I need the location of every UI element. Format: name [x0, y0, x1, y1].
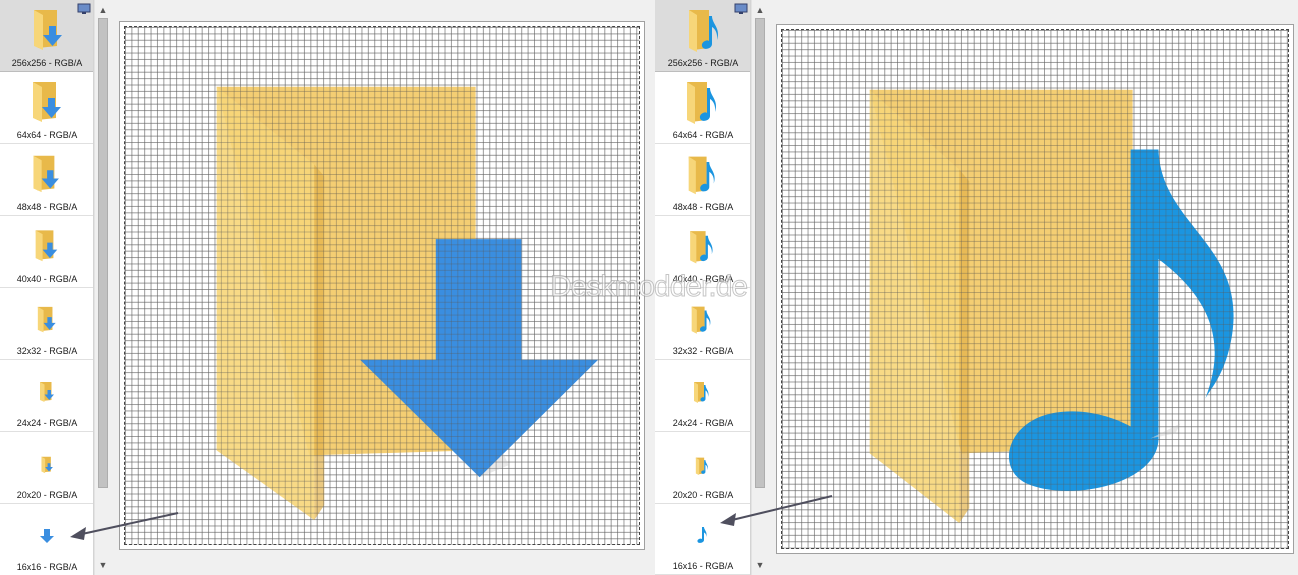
- music-folder-icon: [869, 89, 1234, 524]
- scroll-down-icon[interactable]: ▼: [95, 557, 111, 573]
- size-label: 48x48 - RGB/A: [16, 202, 78, 212]
- size-item-48[interactable]: 48x48 - RGB/A: [0, 144, 93, 216]
- size-item-48[interactable]: 48x48 - RGB/A: [655, 144, 750, 216]
- size-label: 64x64 - RGB/A: [16, 130, 78, 140]
- size-label: 64x64 - RGB/A: [672, 130, 734, 140]
- size-item-256[interactable]: 256x256 - RGB/A: [0, 0, 93, 72]
- size-item-20[interactable]: 20x20 - RGB/A: [0, 432, 93, 504]
- music-folder-icon: [655, 436, 750, 486]
- size-label: 32x32 - RGB/A: [672, 346, 734, 356]
- size-label: 256x256 - RGB/A: [11, 58, 83, 68]
- size-list-scrollbar[interactable]: ▲ ▼: [751, 0, 768, 575]
- canvas-area: [769, 0, 1298, 575]
- size-item-40[interactable]: 40x40 - RGB/A: [0, 216, 93, 288]
- download-folder-icon: [0, 364, 93, 414]
- download-folder-icon: [0, 436, 93, 486]
- scroll-thumb[interactable]: [98, 18, 108, 488]
- download-folder-icon: [0, 76, 93, 126]
- scroll-up-icon[interactable]: ▲: [752, 2, 768, 18]
- download-folder-icon: [0, 292, 93, 342]
- size-label: 24x24 - RGB/A: [672, 418, 734, 428]
- download-arrow-icon: [0, 508, 93, 558]
- scroll-down-icon[interactable]: ▼: [752, 557, 768, 573]
- size-label: 16x16 - RGB/A: [16, 562, 78, 572]
- icon-editor-music: 256x256 - RGB/A 64x64 - RGB/A 48x48 - RG…: [655, 0, 1298, 575]
- size-item-16[interactable]: 16x16 - RGB/A: [0, 504, 93, 575]
- size-item-64[interactable]: 64x64 - RGB/A: [655, 72, 750, 144]
- pixel-canvas[interactable]: [776, 24, 1294, 554]
- size-item-32[interactable]: 32x32 - RGB/A: [0, 288, 93, 360]
- download-folder-icon: [0, 148, 93, 198]
- size-label: 16x16 - RGB/A: [672, 561, 734, 571]
- size-item-24[interactable]: 24x24 - RGB/A: [0, 360, 93, 432]
- music-folder-icon: [655, 4, 750, 54]
- size-item-24[interactable]: 24x24 - RGB/A: [655, 360, 750, 432]
- size-item-256[interactable]: 256x256 - RGB/A: [655, 0, 750, 72]
- size-label: 40x40 - RGB/A: [16, 274, 78, 284]
- size-item-16[interactable]: 16x16 - RGB/A: [655, 504, 750, 575]
- scroll-up-icon[interactable]: ▲: [95, 2, 111, 18]
- music-folder-icon: [655, 220, 750, 270]
- size-label: 256x256 - RGB/A: [667, 58, 739, 68]
- watermark: Deskmodder.de: [549, 270, 748, 304]
- download-folder-icon: [0, 220, 93, 270]
- size-label: 48x48 - RGB/A: [672, 202, 734, 212]
- music-folder-icon: [655, 148, 750, 198]
- size-item-20[interactable]: 20x20 - RGB/A: [655, 432, 750, 504]
- size-label: 24x24 - RGB/A: [16, 418, 78, 428]
- download-folder-icon: [0, 4, 93, 54]
- size-item-64[interactable]: 64x64 - RGB/A: [0, 72, 93, 144]
- music-note-icon: [655, 508, 750, 558]
- scroll-thumb[interactable]: [755, 18, 765, 488]
- size-list[interactable]: 256x256 - RGB/A 64x64 - RGB/A 48x48 - RG…: [0, 0, 94, 575]
- size-label: 20x20 - RGB/A: [672, 490, 734, 500]
- music-folder-icon: [655, 76, 750, 126]
- size-list-scrollbar[interactable]: ▲ ▼: [94, 0, 111, 575]
- pixel-grid: [781, 29, 1289, 549]
- music-folder-icon: [655, 364, 750, 414]
- size-label: 32x32 - RGB/A: [16, 346, 78, 356]
- size-label: 20x20 - RGB/A: [16, 490, 78, 500]
